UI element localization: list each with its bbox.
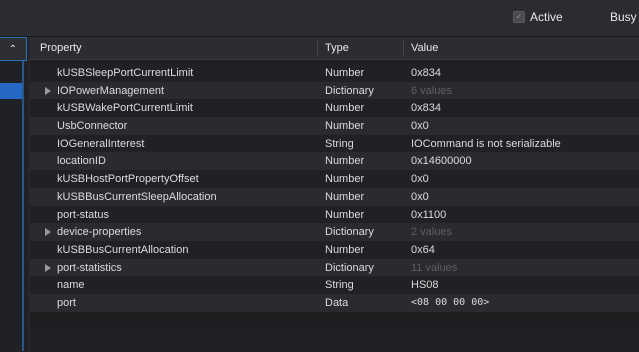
table-row[interactable]: locationID Number 0x14600000: [30, 152, 639, 171]
sidebar: ⌃: [0, 37, 28, 352]
column-divider[interactable]: [403, 40, 404, 56]
table-body: kUSBSleepPortCurrentLimit Number 0x834 IOPo…: [30, 64, 639, 312]
value-cell: 0x14600000: [411, 155, 472, 168]
busy-label: Busy: [610, 10, 637, 24]
table-row[interactable]: port-statistics Dictionary 11 values: [30, 258, 639, 277]
value-cell: 11 values: [411, 261, 458, 274]
property-cell: kUSBHostPortPropertyOffset: [57, 173, 199, 186]
property-cell: IOGeneralInterest: [57, 137, 145, 150]
property-table: Property Type Value kUSBSleepPortCurrent…: [30, 37, 639, 352]
property-cell: IOPowerManagement: [57, 84, 164, 97]
active-toggle[interactable]: ✓ Active: [513, 8, 563, 26]
property-cell: kUSBSleepPortCurrentLimit: [57, 67, 194, 79]
sidebar-collapse-button[interactable]: ⌃: [0, 37, 27, 61]
type-cell: Number: [325, 173, 365, 186]
type-cell: String: [325, 279, 354, 292]
value-cell: 0x834: [411, 67, 441, 79]
value-cell: <08 00 00 00>: [411, 296, 490, 308]
active-checkbox[interactable]: ✓: [513, 11, 525, 23]
type-cell: Number: [325, 120, 365, 133]
type-cell: Number: [325, 102, 365, 115]
value-cell: IOCommand is not serializable: [411, 137, 561, 150]
column-header-property[interactable]: Property: [40, 42, 82, 54]
value-cell: 6 values: [411, 84, 452, 97]
type-cell: Number: [325, 67, 365, 79]
value-cell: 0x64: [411, 243, 435, 256]
type-cell: Number: [325, 243, 365, 256]
property-cell: kUSBBusCurrentAllocation: [57, 243, 189, 256]
property-cell: port-statistics: [57, 261, 122, 274]
table-empty-area: [30, 327, 639, 352]
column-divider[interactable]: [317, 40, 318, 56]
table-header: Property Type Value: [30, 37, 639, 60]
table-row[interactable]: kUSBSleepPortCurrentLimit Number 0x834: [30, 64, 639, 82]
table-row[interactable]: kUSBBusCurrentAllocation Number 0x64: [30, 240, 639, 259]
type-cell: Dictionary: [325, 261, 374, 274]
property-cell: locationID: [57, 155, 106, 168]
type-cell: Data: [325, 296, 349, 309]
value-cell: 0x0: [411, 173, 429, 186]
table-row[interactable]: device-properties Dictionary 2 values: [30, 223, 639, 241]
table-row[interactable]: name String HS08: [30, 276, 639, 294]
disclosure-triangle-icon[interactable]: [45, 228, 51, 237]
disclosure-triangle-icon[interactable]: [45, 86, 51, 95]
property-cell: kUSBWakePortCurrentLimit: [57, 102, 193, 115]
sidebar-selected-item[interactable]: [0, 83, 22, 99]
value-cell: 0x834: [411, 102, 441, 115]
property-cell: UsbConnector: [57, 120, 128, 133]
value-cell: 0x0: [411, 120, 429, 133]
value-cell: 2 values: [411, 226, 452, 239]
table-row[interactable]: UsbConnector Number 0x0: [30, 117, 639, 135]
property-cell: name: [57, 279, 85, 292]
value-cell: 0x1100: [411, 208, 447, 221]
property-cell: device-properties: [57, 226, 142, 239]
type-cell: String: [325, 137, 354, 150]
table-row[interactable]: IOPowerManagement Dictionary 6 values: [30, 81, 639, 100]
table-row[interactable]: kUSBBusCurrentSleepAllocation Number 0x0: [30, 187, 639, 206]
disclosure-triangle-icon[interactable]: [45, 263, 51, 272]
property-cell: port-status: [57, 208, 109, 221]
table-row[interactable]: port-status Number 0x1100: [30, 205, 639, 224]
property-cell: port: [57, 296, 76, 309]
column-header-type[interactable]: Type: [325, 42, 349, 54]
column-header-value[interactable]: Value: [411, 42, 438, 54]
table-row[interactable]: port Data <08 00 00 00>: [30, 293, 639, 312]
value-cell: HS08: [411, 279, 439, 292]
table-row[interactable]: kUSBHostPortPropertyOffset Number 0x0: [30, 170, 639, 188]
type-cell: Number: [325, 208, 365, 221]
type-cell: Number: [325, 190, 365, 203]
active-label: Active: [530, 10, 563, 24]
chevron-up-icon: ⌃: [8, 43, 18, 55]
sidebar-divider: [22, 61, 24, 351]
table-row[interactable]: IOGeneralInterest String IOCommand is not …: [30, 134, 639, 153]
property-cell: kUSBBusCurrentSleepAllocation: [57, 190, 217, 203]
type-cell: Dictionary: [325, 84, 374, 97]
table-row[interactable]: kUSBWakePortCurrentLimit Number 0x834: [30, 99, 639, 118]
type-cell: Number: [325, 155, 365, 168]
toolbar: ✓ Active Busy: [0, 0, 639, 37]
type-cell: Dictionary: [325, 226, 374, 239]
value-cell: 0x0: [411, 190, 429, 203]
